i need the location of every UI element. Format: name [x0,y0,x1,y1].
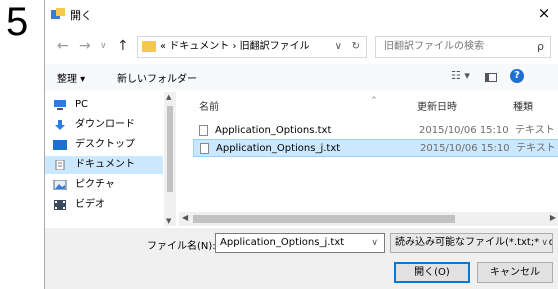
scroll-down-icon[interactable]: ▼ [166,217,171,225]
column-header-name-label: 名前 [199,102,219,113]
scroll-up-icon[interactable]: ▲ [166,93,171,101]
dialog-footer: ファイル名(N): Application_Options_j.txt ∨ 読み… [45,228,558,289]
back-button[interactable]: ← [57,38,69,54]
open-app-icon [51,8,65,19]
organize-button[interactable]: 整理 ▾ [57,70,85,85]
sidebar-item-label: ドキュメント [75,159,135,170]
search-box[interactable]: 旧翻訳ファイルの検索 ρ [375,36,551,58]
file-type: テキスト ド [516,143,558,154]
horizontal-scrollbar-thumb[interactable] [193,215,455,223]
file-modified: 2015/10/06 15:10 [420,143,510,154]
up-button[interactable]: ↑ [117,38,129,54]
step-number: 5 [6,0,29,44]
dialog-title: 開く [70,9,92,22]
open-file-dialog: 開く × ← → ∨ ↑ « ドキュメント › 旧翻訳ファイル ∨ ↻ 旧翻訳フ… [44,0,558,289]
forward-button[interactable]: → [79,38,91,54]
column-header-modified[interactable]: 更新日時 [417,98,457,113]
file-type-value: 読み込み可能なファイル(*.txt;*.do [395,237,553,248]
column-header-name[interactable]: 名前 ^ [199,96,377,113]
sidebar-item-videos[interactable]: ビデオ [45,196,163,214]
refresh-icon[interactable]: ↻ [352,37,360,57]
cancel-button[interactable]: キャンセル [477,262,553,283]
documents-icon [55,160,65,170]
filename-label: ファイル名(N): [147,241,216,252]
text-file-icon [200,143,209,154]
filename-value[interactable]: Application_Options_j.txt [220,234,344,252]
view-options-icon[interactable]: ☷ ▾ [451,69,470,82]
filename-input[interactable]: Application_Options_j.txt ∨ [215,233,385,253]
folder-icon [142,41,156,52]
sidebar-item-pictures[interactable]: ピクチャ [45,176,163,194]
scroll-left-icon[interactable]: ◀ [182,213,188,222]
sidebar-item-label: デスクトップ [75,139,135,150]
file-type: テキスト ド [515,125,558,136]
sidebar-item-label: PC [75,99,89,110]
sidebar-item-label: ピクチャ [75,179,115,190]
file-row[interactable]: Application_Options.txt 2015/10/06 15:10… [193,122,558,140]
sidebar-item-desktop[interactable]: デスクトップ [45,136,163,154]
column-header-type[interactable]: 種類 [513,98,533,113]
file-list: 名前 ^ 更新日時 種類 Application_Options.txt 2015… [179,92,558,212]
search-placeholder: 旧翻訳ファイルの検索 [384,41,484,52]
help-icon[interactable]: ? [510,69,524,83]
address-path[interactable]: « ドキュメント › 旧翻訳ファイル [160,37,310,57]
download-icon [55,120,65,130]
preview-pane-icon[interactable] [485,73,497,82]
file-row-selected[interactable]: Application_Options_j.txt 2015/10/06 15:… [193,139,558,157]
navigation-pane: PC ダウンロード デスクトップ ドキュメント ピクチャ ビデオ [45,92,163,226]
filename-dropdown-icon[interactable]: ∨ [371,234,378,252]
videos-icon [54,200,66,210]
file-modified: 2015/10/06 15:10 [419,125,509,136]
address-dropdown-icon[interactable]: ∨ [335,37,342,57]
pictures-icon [53,180,67,190]
new-folder-button[interactable]: 新しいフォルダー [117,70,197,85]
navigation-pane-scrollbar[interactable]: ▲ ▼ [164,92,176,226]
file-name: Application_Options.txt [215,125,332,136]
sidebar-item-pc[interactable]: PC [45,96,163,114]
sidebar-item-label: ダウンロード [75,119,135,130]
recent-locations-button[interactable]: ∨ [100,41,107,51]
sidebar-item-downloads[interactable]: ダウンロード [45,116,163,134]
open-button[interactable]: 開く(O) [394,262,470,283]
text-file-icon [199,125,208,136]
file-type-dropdown-icon[interactable]: ∨ [539,234,548,252]
search-icon[interactable]: ρ [537,37,544,57]
navigation-row: ← → ∨ ↑ « ドキュメント › 旧翻訳ファイル ∨ ↻ 旧翻訳ファイルの検… [45,32,558,60]
sidebar-item-label: ビデオ [75,199,105,210]
file-name: Application_Options_j.txt [216,143,341,154]
sidebar-item-documents[interactable]: ドキュメント [45,156,163,174]
scrollbar-thumb[interactable] [167,106,173,192]
desktop-icon [53,140,67,150]
close-button[interactable]: × [529,2,558,24]
title-bar: 開く × [45,0,558,28]
command-bar: 整理 ▾ 新しいフォルダー ☷ ▾ ? [45,64,558,90]
sort-caret-icon: ^ [371,96,377,104]
horizontal-scrollbar[interactable]: ◀ ▶ [179,212,558,226]
address-bar[interactable]: « ドキュメント › 旧翻訳ファイル ∨ ↻ [137,36,367,58]
pc-icon [54,100,66,110]
scroll-right-icon[interactable]: ▶ [550,213,556,222]
file-type-select[interactable]: 読み込み可能なファイル(*.txt;*.do ∨ [390,233,553,253]
